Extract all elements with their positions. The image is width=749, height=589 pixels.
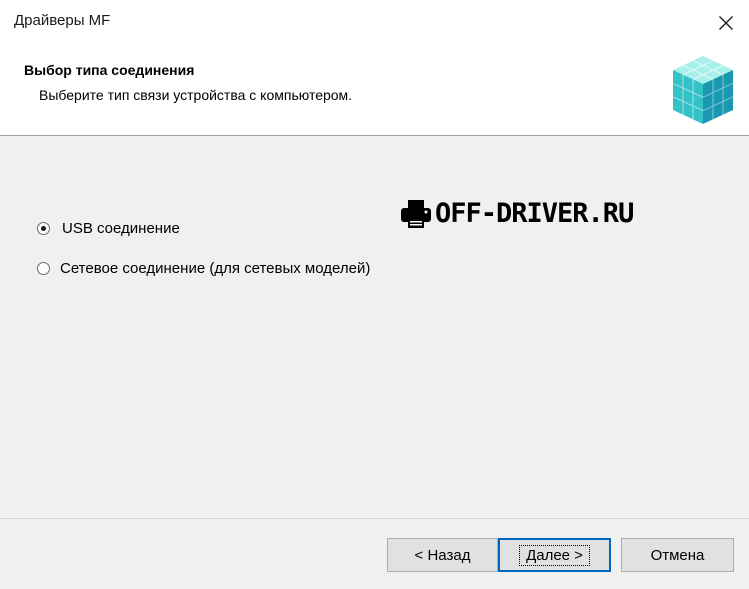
wizard-body: USB соединение Сетевое соединение (для с… xyxy=(0,136,749,518)
close-icon xyxy=(719,16,733,30)
header-title: Выбор типа соединения xyxy=(24,62,195,78)
wizard-header: Выбор типа соединения Выберите тип связи… xyxy=(0,46,749,136)
next-button[interactable]: Далее > xyxy=(498,538,611,572)
cancel-button-label: Отмена xyxy=(650,546,705,564)
window-title: Драйверы MF xyxy=(14,12,111,29)
cancel-button[interactable]: Отмена xyxy=(621,538,734,572)
header-subtitle: Выберите тип связи устройства с компьюте… xyxy=(39,87,353,103)
back-button-label: < Назад xyxy=(414,546,471,564)
radio-network-indicator[interactable] xyxy=(37,262,50,275)
watermark-text: OFF-DRIVER.RU xyxy=(435,198,634,229)
close-button[interactable] xyxy=(703,0,749,46)
installer-window: Драйверы MF Выбор типа соединения Выбери… xyxy=(0,0,749,589)
cube-logo-icon xyxy=(672,56,734,124)
title-bar: Драйверы MF xyxy=(0,0,749,46)
printer-icon xyxy=(401,199,431,228)
watermark: OFF-DRIVER.RU xyxy=(399,198,634,229)
radio-network[interactable]: Сетевое соединение (для сетевых моделей) xyxy=(37,260,370,277)
radio-usb[interactable]: USB соединение xyxy=(37,220,180,237)
footer-separator xyxy=(0,518,749,519)
radio-usb-label: USB соединение xyxy=(62,220,180,237)
radio-network-label: Сетевое соединение (для сетевых моделей) xyxy=(60,260,371,277)
radio-usb-indicator[interactable] xyxy=(37,222,50,235)
next-button-label: Далее > xyxy=(519,544,590,566)
back-button[interactable]: < Назад xyxy=(387,538,498,572)
